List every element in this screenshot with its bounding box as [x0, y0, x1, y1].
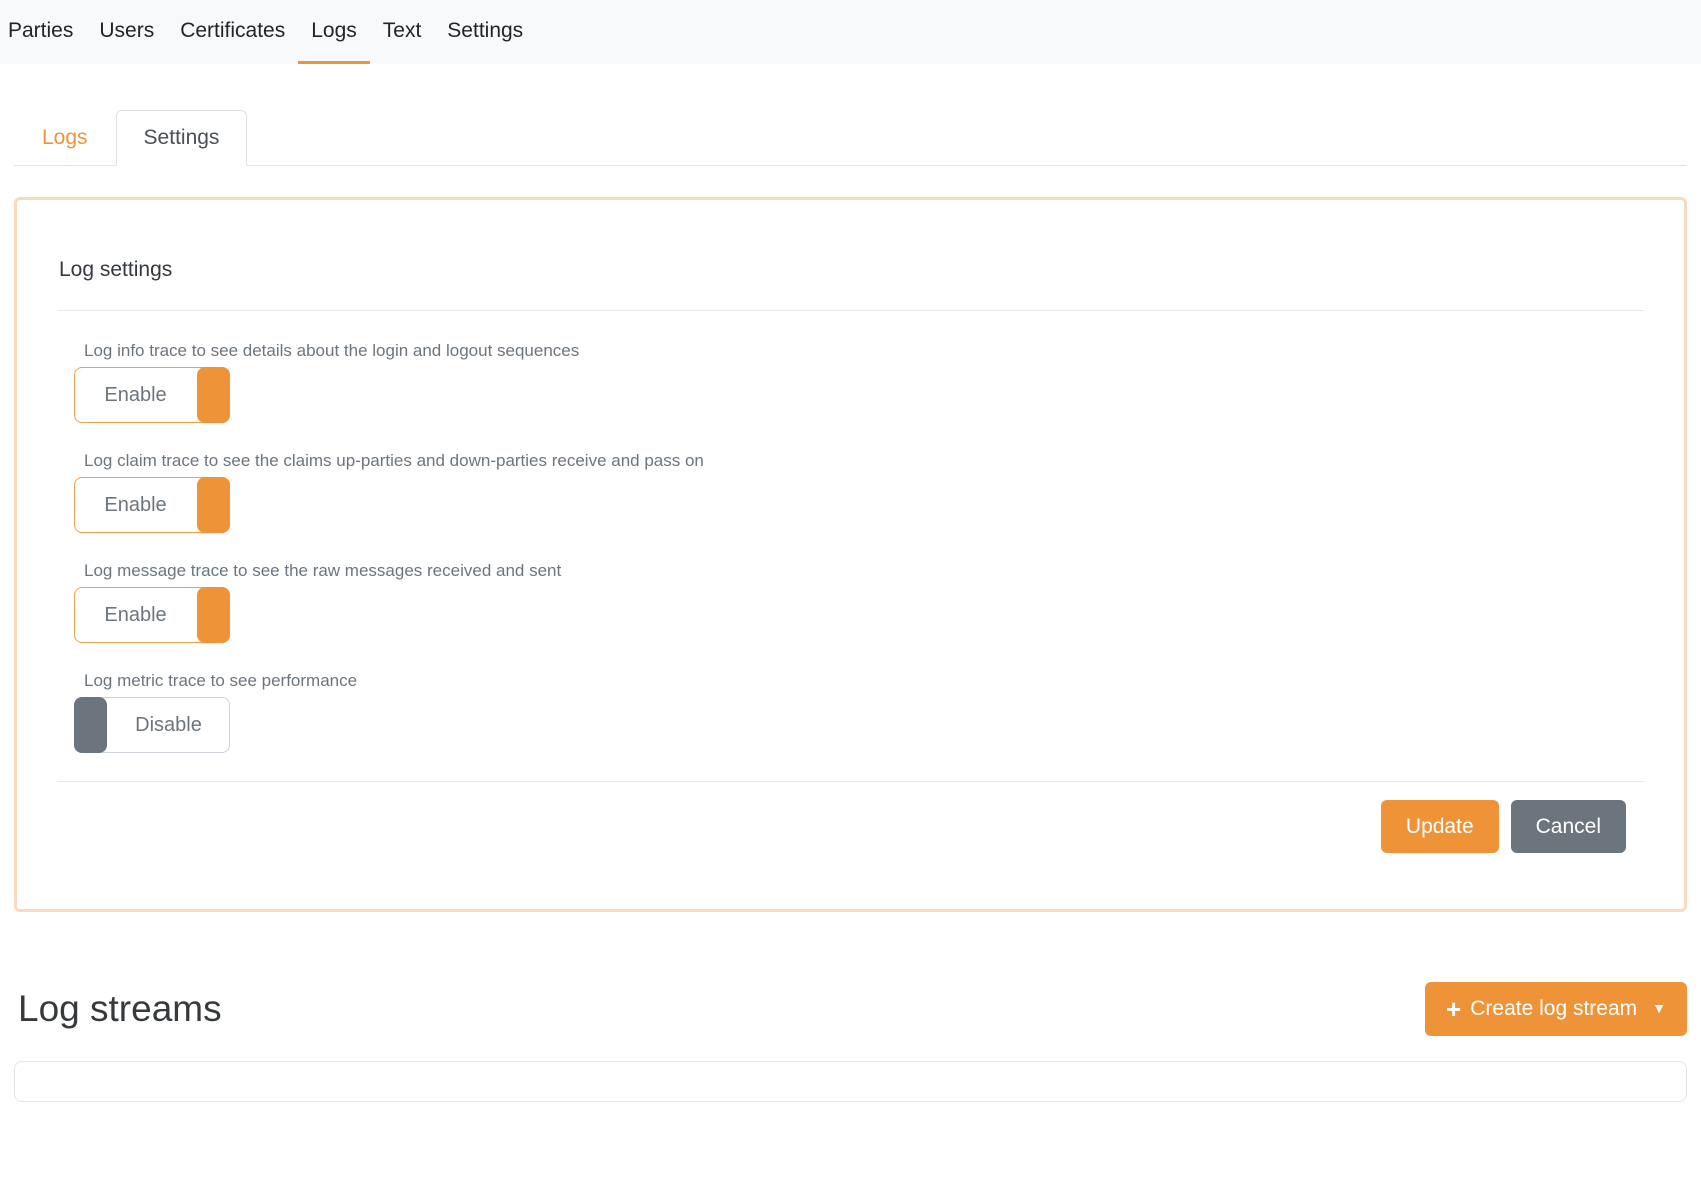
log-claim-trace-toggle[interactable]: Enable [74, 477, 230, 533]
page-container: Logs Settings Log settings Log info trac… [14, 110, 1687, 1102]
update-button[interactable]: Update [1381, 800, 1499, 853]
tab-label: Settings [144, 126, 220, 149]
log-metric-trace-toggle[interactable]: Disable [74, 697, 230, 753]
create-log-stream-button[interactable]: + Create log stream ▼ [1425, 982, 1687, 1035]
plus-icon: + [1446, 996, 1461, 1022]
setting-label: Log message trace to see the raw message… [84, 561, 1644, 581]
topnav-item-settings[interactable]: Settings [434, 0, 536, 64]
log-message-trace-toggle[interactable]: Enable [74, 587, 230, 643]
toggle-knob-icon [197, 367, 230, 423]
divider [57, 310, 1644, 311]
topnav-item-label: Logs [311, 19, 357, 43]
setting-label: Log metric trace to see performance [84, 671, 1644, 691]
toggle-knob-icon [74, 697, 107, 753]
setting-group-info-trace: Log info trace to see details about the … [57, 341, 1644, 423]
log-streams-title: Log streams [18, 988, 222, 1030]
topnav-item-label: Text [383, 19, 422, 43]
topnav-item-label: Certificates [180, 19, 285, 43]
top-navbar: Parties Users Certificates Logs Text Set… [0, 0, 1701, 64]
tab-settings[interactable]: Settings [116, 110, 248, 166]
toggle-state-label: Enable [104, 384, 166, 407]
setting-group-message-trace: Log message trace to see the raw message… [57, 561, 1644, 643]
log-settings-panel: Log settings Log info trace to see detai… [14, 197, 1687, 912]
topnav-item-certificates[interactable]: Certificates [167, 0, 298, 64]
cancel-button[interactable]: Cancel [1511, 800, 1626, 853]
panel-button-row: Update Cancel [57, 800, 1626, 853]
toggle-state-label: Enable [104, 604, 166, 627]
topnav-item-users[interactable]: Users [86, 0, 167, 64]
toggle-state-label: Enable [104, 494, 166, 517]
chevron-down-icon: ▼ [1652, 999, 1666, 1019]
toggle-state-label: Disable [135, 714, 202, 737]
tab-label: Logs [42, 126, 88, 149]
log-info-trace-toggle[interactable]: Enable [74, 367, 230, 423]
log-streams-empty-list [14, 1061, 1687, 1102]
setting-label: Log info trace to see details about the … [84, 341, 1644, 361]
toggle-knob-icon [197, 477, 230, 533]
log-streams-header: Log streams + Create log stream ▼ [14, 982, 1687, 1035]
create-log-stream-label: Create log stream [1470, 994, 1637, 1023]
topnav-item-label: Settings [447, 19, 523, 43]
setting-label: Log claim trace to see the claims up-par… [84, 451, 1644, 471]
toggle-knob-icon [197, 587, 230, 643]
divider [57, 781, 1644, 782]
topnav-item-label: Users [99, 19, 154, 43]
topnav-item-parties[interactable]: Parties [0, 0, 86, 64]
topnav-item-logs[interactable]: Logs [298, 0, 370, 64]
topnav-item-label: Parties [8, 19, 73, 43]
setting-group-metric-trace: Log metric trace to see performance Disa… [57, 671, 1644, 753]
topnav-item-text[interactable]: Text [370, 0, 435, 64]
tab-logs[interactable]: Logs [14, 110, 116, 166]
setting-group-claim-trace: Log claim trace to see the claims up-par… [57, 451, 1644, 533]
tab-bar: Logs Settings [14, 110, 1687, 166]
panel-title: Log settings [59, 258, 1644, 282]
